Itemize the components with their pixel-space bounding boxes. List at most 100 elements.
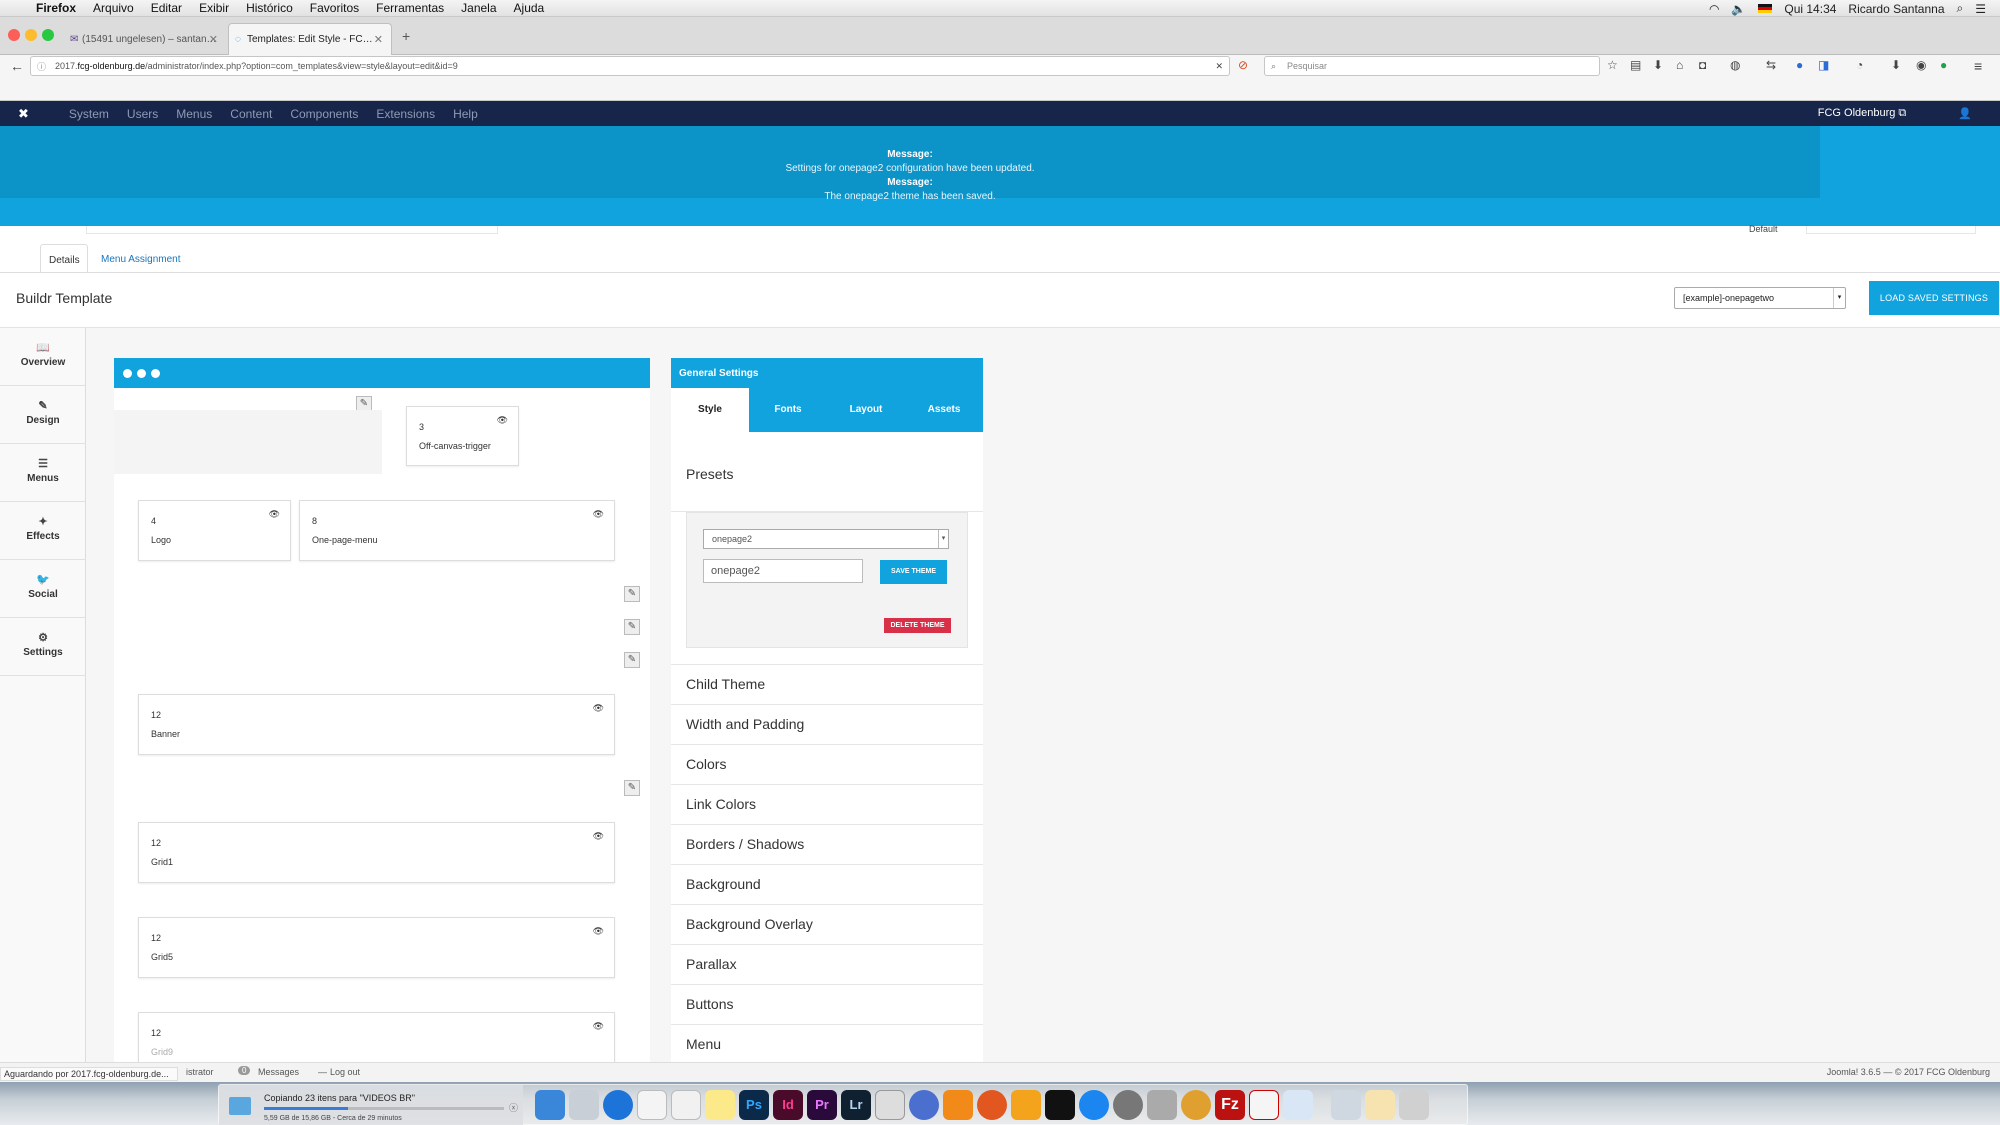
sidebar-item-overview[interactable]: 📖 Overview — [0, 328, 86, 386]
photoshop-icon[interactable]: Ps — [739, 1090, 769, 1120]
module-block[interactable]: 12 Grid1 👁 — [138, 822, 615, 883]
menubar-clock[interactable]: Qui 14:34 — [1784, 2, 1836, 16]
template-name-field[interactable] — [86, 226, 498, 234]
save-theme-button[interactable]: SAVE THEME — [880, 560, 947, 584]
sidebar-item-social[interactable]: 🐦 Social — [0, 560, 86, 618]
finder-icon[interactable] — [535, 1090, 565, 1120]
nav-item-content[interactable]: Content — [230, 107, 272, 121]
saved-settings-select[interactable]: [example]-onepagetwo ▾ — [1674, 287, 1846, 309]
script-editor-icon[interactable] — [875, 1090, 905, 1120]
module-block[interactable]: 12 Grid9 👁 — [138, 1012, 615, 1062]
menubar-item-favoritos[interactable]: Favoritos — [310, 1, 359, 15]
eye-icon[interactable]: 👁 — [269, 509, 280, 520]
menubar-item-arquivo[interactable]: Arquivo — [93, 1, 134, 15]
sun-app-icon[interactable] — [1011, 1090, 1041, 1120]
bookmark-star-icon[interactable]: ☆ — [1607, 58, 1618, 72]
launchpad-icon[interactable] — [569, 1090, 599, 1120]
search-input[interactable]: ⌕ Pesquisar — [1264, 56, 1600, 76]
edit-row-icon[interactable]: ✎ — [624, 619, 640, 635]
home-icon[interactable]: ⌂ — [1676, 58, 1683, 72]
eye-icon[interactable]: 👁 — [593, 831, 604, 842]
section-link-colors[interactable]: Link Colors — [671, 784, 983, 824]
hamburger-menu-icon[interactable]: ≡ — [1974, 58, 1982, 74]
eye-icon[interactable]: 👁 — [593, 1021, 604, 1032]
extension-icon[interactable]: ◨ — [1818, 58, 1829, 72]
module-block[interactable]: 8 One-page-menu 👁 — [299, 500, 615, 561]
section-parallax[interactable]: Parallax — [671, 944, 983, 984]
logout-link[interactable]: Log out — [330, 1067, 360, 1077]
default-select[interactable] — [1806, 226, 1976, 234]
vlc-icon[interactable] — [943, 1090, 973, 1120]
eye-icon[interactable]: 👁 — [593, 509, 604, 520]
sidebar-item-effects[interactable]: ✦ Effects — [0, 502, 86, 560]
edit-row-icon[interactable]: ✎ — [624, 586, 640, 602]
indesign-icon[interactable]: Id — [773, 1090, 803, 1120]
module-block[interactable]: 4 Logo 👁 — [138, 500, 291, 561]
tab-assets[interactable]: Assets — [905, 388, 983, 432]
minimize-window-icon[interactable] — [25, 29, 37, 41]
tab-layout[interactable]: Layout — [827, 388, 905, 432]
copy-progress-widget[interactable]: Copiando 23 itens para "VIDEOS BR" 5,59 … — [219, 1085, 523, 1125]
app-store-icon[interactable] — [1079, 1090, 1109, 1120]
color-wheel-icon[interactable] — [1181, 1090, 1211, 1120]
sidebar-item-menus[interactable]: ☰ Menus — [0, 444, 86, 502]
menubar-item-editar[interactable]: Editar — [151, 1, 182, 15]
section-colors[interactable]: Colors — [671, 744, 983, 784]
nav-item-system[interactable]: System — [69, 107, 109, 121]
tab-details[interactable]: Details — [40, 244, 88, 273]
admin-link[interactable]: istrator — [186, 1067, 214, 1077]
download-icon[interactable]: ⬇ — [1653, 58, 1663, 72]
module-block[interactable]: 12 Banner 👁 — [138, 694, 615, 755]
close-tab-icon[interactable]: ✕ — [374, 33, 383, 46]
premiere-icon[interactable]: Pr — [807, 1090, 837, 1120]
lightroom-icon[interactable]: Lr — [841, 1090, 871, 1120]
notification-icon[interactable]: ☰ — [1975, 2, 1986, 16]
section-child-theme[interactable]: Child Theme — [671, 664, 983, 704]
presets-title[interactable]: Presets — [686, 466, 733, 482]
textedit-icon[interactable] — [671, 1090, 701, 1120]
nav-item-menus[interactable]: Menus — [176, 107, 212, 121]
close-tab-icon[interactable]: ✕ — [209, 33, 218, 46]
back-icon[interactable]: ← — [10, 58, 24, 74]
module-block[interactable]: 12 Grid5 👁 — [138, 917, 615, 978]
audio-app-icon[interactable] — [909, 1090, 939, 1120]
menubar-app-name[interactable]: Firefox — [36, 1, 76, 15]
menubar-item-historico[interactable]: Histórico — [246, 1, 293, 15]
section-background-overlay[interactable]: Background Overlay — [671, 904, 983, 944]
tab-fonts[interactable]: Fonts — [749, 388, 827, 432]
site-link[interactable]: FCG Oldenburg ⧉ — [1818, 107, 1907, 120]
section-menu[interactable]: Menu — [671, 1024, 983, 1064]
section-buttons[interactable]: Buttons — [671, 984, 983, 1024]
eye-icon[interactable]: 👁 — [593, 926, 604, 937]
browser-tab-mail[interactable]: ✉ (15491 ungelesen) – santan… ✕ — [64, 23, 226, 55]
theme-name-input[interactable]: onepage2 — [703, 559, 863, 583]
section-background[interactable]: Background — [671, 864, 983, 904]
eye-icon[interactable]: 👁 — [593, 703, 604, 714]
zoom-window-icon[interactable] — [42, 29, 54, 41]
trash-icon[interactable] — [1399, 1090, 1429, 1120]
menubar-user[interactable]: Ricardo Santanna — [1848, 2, 1944, 16]
document-stack-icon[interactable] — [1365, 1090, 1395, 1120]
new-tab-icon[interactable]: + — [402, 28, 410, 44]
nav-item-extensions[interactable]: Extensions — [376, 107, 435, 121]
load-saved-settings-button[interactable]: LOAD SAVED SETTINGS — [1869, 281, 1999, 315]
extension-icon[interactable]: ⬇ — [1891, 58, 1901, 72]
messages-link[interactable]: Messages — [258, 1067, 299, 1077]
stop-icon[interactable]: ✕ — [1215, 61, 1223, 72]
user-icon[interactable]: 👤 — [1958, 107, 1972, 120]
filezilla-icon[interactable]: Fz — [1215, 1090, 1245, 1120]
sync-app-icon[interactable] — [603, 1090, 633, 1120]
menubar-item-janela[interactable]: Janela — [461, 1, 496, 15]
section-borders-shadows[interactable]: Borders / Shadows — [671, 824, 983, 864]
edit-row-icon[interactable]: ✎ — [624, 780, 640, 796]
volume-icon[interactable]: 🔈 — [1731, 2, 1746, 16]
utility-icon[interactable] — [1147, 1090, 1177, 1120]
menubar-item-ferramentas[interactable]: Ferramentas — [376, 1, 444, 15]
cancel-copy-icon[interactable]: ⓧ — [509, 1101, 518, 1114]
pocket-icon[interactable]: ◘ — [1699, 58, 1706, 72]
tab-menu-assignment[interactable]: Menu Assignment — [93, 244, 193, 273]
preset-select[interactable]: onepage2 ▾ — [703, 529, 949, 549]
menubar-item-ajuda[interactable]: Ajuda — [514, 1, 545, 15]
tab-style[interactable]: Style — [671, 388, 749, 432]
extension-icon[interactable]: ● — [1796, 58, 1803, 72]
